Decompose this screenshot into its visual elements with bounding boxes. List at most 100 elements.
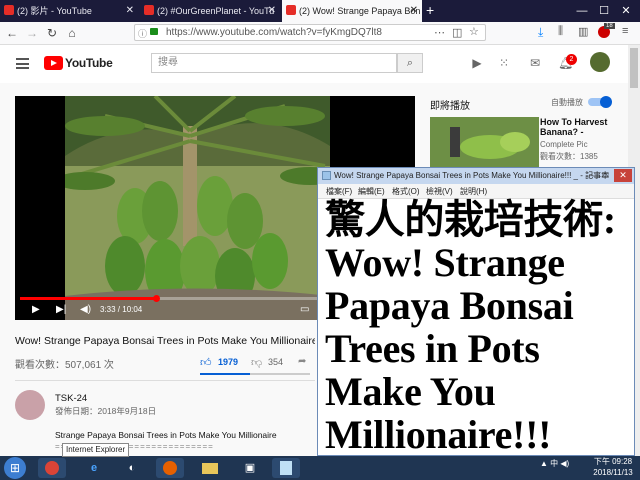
extension-badge: 18 [604,23,615,29]
view-count: 觀看次數：507,061 次 [15,360,114,371]
volume-tray-icon[interactable]: ◀) [560,459,569,468]
tab-ourgreenplanet[interactable]: (2) #OurGreenPlanet - YouTu ✕ [140,0,280,22]
taskbar-ie-icon[interactable]: e [80,458,108,478]
next-video-icon[interactable]: ▶| [56,304,66,316]
notepad-app-icon [322,171,331,180]
menu-edit[interactable]: 編輯(E) [358,186,385,197]
video-title: Wow! Strange Papaya Bonsai Trees in Pots… [15,335,315,347]
taskbar-notepad-icon[interactable] [272,458,300,478]
like-count[interactable]: 1979 [218,357,238,367]
guide-menu-icon[interactable] [16,58,29,69]
logo-text: YouTube [65,56,113,70]
windows-logo-icon: ⊞ [9,461,21,475]
taskbar-chrome-icon[interactable] [38,458,66,478]
menu-view[interactable]: 檢視(V) [426,186,453,197]
notepad-minimize-button[interactable]: – [585,169,598,182]
input-language[interactable]: 中 [550,459,558,468]
tab-label: (2) 影片 - YouTube [17,6,92,16]
close-tab-icon[interactable]: ✕ [126,0,134,22]
next-video-thumbnail[interactable] [430,117,539,167]
thumbs-down-icon[interactable]: 👎︎ [251,356,262,369]
start-button[interactable]: ⊞ [4,457,26,479]
youtube-favicon-icon [4,5,14,15]
notepad-text-area[interactable]: 驚人的栽培技術: Wow! Strange Papaya Bonsai Tree… [325,198,633,456]
tab-label: (2) Wow! Strange Papaya Bon [299,6,421,16]
publish-date: 發佈日期：2018年9月18日 [55,406,157,416]
close-tab-icon[interactable]: ✕ [268,0,276,22]
video-frame-papaya-tree [65,96,330,320]
sidebar-icon[interactable]: ▥ [578,25,588,38]
back-arrow-icon[interactable]: ← [4,24,20,42]
library-icon[interactable]: ⫼ [558,25,563,38]
close-window-button[interactable]: ✕ [616,0,636,22]
autoplay-label: 自動播放 [551,98,583,107]
pocket-icon[interactable]: ◫ [452,26,462,39]
volume-icon[interactable]: ◀) [80,304,91,316]
create-video-icon[interactable]: ▶ [470,56,484,70]
notepad-maximize-button[interactable]: ☐ [599,169,612,182]
video-description: Strange Papaya Bonsai Trees in Pots Make… [55,430,277,440]
clock-date: 2018/11/13 [593,468,633,477]
account-avatar[interactable] [590,52,610,72]
menu-file[interactable]: 檔案(F) [326,186,352,197]
search-icon: ⌕ [406,57,414,69]
lock-icon [150,28,158,35]
like-ratio-bar [200,373,250,375]
tab-label: (2) #OurGreenPlanet - YouTu [157,6,275,16]
notepad-close-button[interactable]: ✕ [614,169,632,182]
play-icon[interactable]: ▶ [32,304,40,316]
menu-format[interactable]: 格式(O) [392,186,420,197]
divider [15,380,315,381]
autoplay-toggle-knob[interactable] [600,96,612,108]
scrubber-handle[interactable] [153,295,160,302]
forward-arrow-icon[interactable]: → [24,24,40,42]
tab-videos[interactable]: (2) 影片 - YouTube ✕ [0,0,138,22]
maximize-window-button[interactable]: ☐ [594,0,614,22]
thumbs-up-icon[interactable]: 👍︎ [200,356,212,369]
reload-icon[interactable]: ↻ [44,24,60,42]
download-icon[interactable]: ⤓ [538,25,543,40]
minimize-window-button[interactable]: — [572,0,592,22]
new-tab-button[interactable]: + [426,2,434,18]
next-video-channel: Complete Pic [540,140,588,149]
up-next-heading: 即將播放 [430,101,470,112]
taskbar-app2-icon[interactable]: ▣ [236,458,264,478]
next-video-views: 觀看次數：1385 [540,152,598,161]
video-progress-fill [20,297,158,300]
close-tab-icon[interactable]: ✕ [410,0,418,22]
video-time: 3:33 / 10:04 [100,305,143,314]
site-info-icon[interactable]: ⓘ [138,27,147,40]
system-clock[interactable]: 下午 09:28 2018/11/13 [588,456,638,478]
hamburger-menu-icon[interactable]: ≡ [622,25,628,37]
search-button[interactable]: ⌕ [397,53,423,73]
scrollbar-thumb[interactable] [630,48,638,88]
menu-help[interactable]: 說明(H) [460,186,487,197]
url-text[interactable]: https://www.youtube.com/watch?v=fyKmgDQ7… [166,26,382,39]
taskbar-explorer-icon[interactable] [196,458,224,478]
channel-name[interactable]: TSK-24 [55,393,87,404]
dislike-count[interactable]: 354 [268,357,283,367]
taskbar-tooltip: Internet Explorer [62,443,130,457]
youtube-logo[interactable]: YouTube [44,56,113,70]
clock-time: 下午 09:28 [593,457,633,466]
taskbar-firefox-icon[interactable] [156,458,184,478]
captions-icon[interactable]: ▭ [300,304,309,316]
search-input[interactable]: 搜尋 [151,53,397,73]
bookmark-star-icon[interactable]: ☆ [469,25,479,38]
youtube-favicon-icon [144,5,154,15]
taskbar-app-icon[interactable]: ◐ [118,458,146,478]
home-icon[interactable]: ⌂ [64,24,80,42]
channel-avatar[interactable] [15,390,45,420]
share-icon[interactable]: ➦ [298,356,306,367]
messages-icon[interactable]: ✉ [528,56,542,70]
dislike-ratio-bar [250,373,310,375]
notification-badge: 2 [566,54,577,65]
tab-papaya-bonsai[interactable]: (2) Wow! Strange Papaya Bon ✕ [282,0,422,22]
tray-up-arrow-icon[interactable]: ▲ [540,459,550,468]
next-video-title[interactable]: How To Harvest Banana? - [540,117,622,137]
system-tray: ▲ 中 ◀) [540,458,569,469]
youtube-play-logo-icon [44,56,63,70]
youtube-favicon-icon [286,5,296,15]
page-actions-icon[interactable]: ⋯ [434,26,445,39]
apps-grid-icon[interactable]: ⁙ [497,56,511,70]
